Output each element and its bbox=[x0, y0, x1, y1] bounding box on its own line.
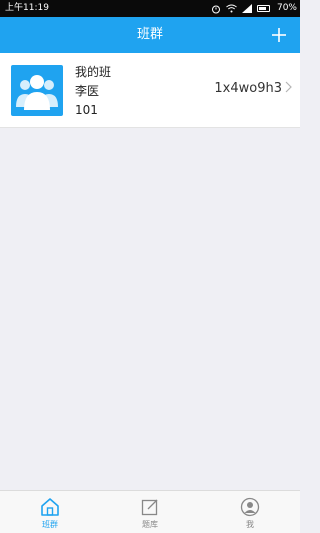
plus-icon bbox=[272, 28, 286, 42]
add-class-button[interactable] bbox=[265, 21, 293, 49]
wifi-icon bbox=[226, 4, 237, 13]
tab-classes[interactable]: 班群 bbox=[0, 491, 100, 533]
app-header: 班群 bbox=[0, 17, 300, 53]
page-title: 班群 bbox=[136, 27, 163, 42]
bottom-tab-bar: 班群 题库 我 bbox=[0, 490, 300, 533]
battery-percent: 70% bbox=[276, 3, 297, 13]
class-teacher: 李医 bbox=[75, 84, 100, 98]
class-list-item[interactable]: 我的班 李医 101 1x4wo9h3 bbox=[0, 53, 300, 128]
group-icon bbox=[16, 75, 58, 110]
status-icons bbox=[211, 3, 270, 14]
tab-question-bank[interactable]: 题库 bbox=[100, 491, 200, 533]
tab-label: 题库 bbox=[142, 520, 158, 529]
edit-icon bbox=[141, 499, 158, 516]
class-avatar bbox=[11, 65, 63, 116]
alarm-icon bbox=[212, 5, 220, 13]
tab-label: 班群 bbox=[42, 520, 58, 529]
status-bar: 上午11:19 70% bbox=[0, 0, 300, 17]
content-area bbox=[0, 128, 300, 490]
class-code: 1x4wo9h3 bbox=[214, 81, 282, 96]
home-icon bbox=[41, 498, 59, 516]
user-icon bbox=[240, 497, 260, 517]
battery-icon bbox=[257, 5, 270, 12]
tab-label: 我 bbox=[246, 520, 254, 529]
tab-me[interactable]: 我 bbox=[200, 491, 300, 533]
signal-icon bbox=[242, 4, 252, 13]
class-info: 我的班 李医 101 bbox=[75, 63, 111, 120]
class-name: 我的班 bbox=[75, 65, 112, 79]
chevron-right-icon bbox=[285, 81, 292, 97]
status-time: 上午11:19 bbox=[5, 3, 49, 13]
class-number: 101 bbox=[75, 103, 98, 117]
